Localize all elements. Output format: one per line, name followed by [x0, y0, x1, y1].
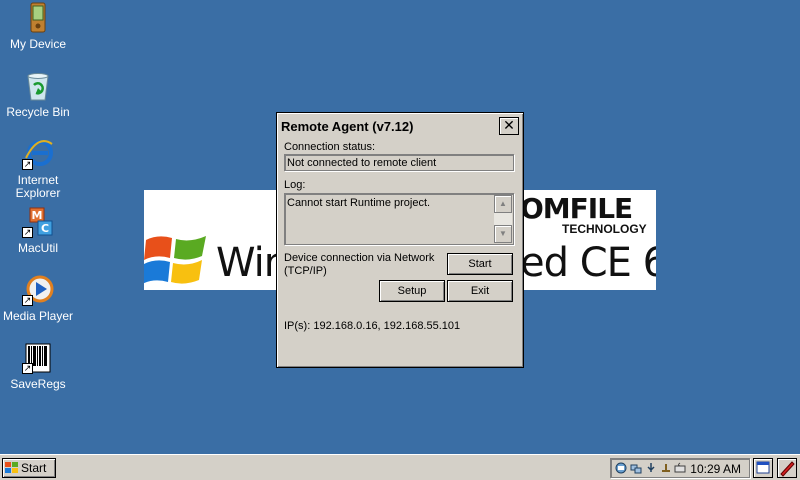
chevron-up-icon: ▲ [499, 199, 507, 208]
clock[interactable]: 10:29 AM [690, 462, 741, 476]
chevron-down-icon: ▼ [499, 229, 507, 238]
network-icon[interactable] [615, 462, 627, 474]
recycle-bin-icon [22, 70, 54, 102]
usb-icon[interactable] [645, 462, 657, 474]
pen-icon [780, 461, 795, 477]
start-button[interactable]: Start [447, 253, 513, 275]
internet-explorer-icon: ↗ [22, 138, 54, 170]
pda-icon [22, 2, 54, 34]
desktop-icon-media-player[interactable]: ↗ Media Player [0, 274, 76, 323]
power-plug-icon[interactable] [660, 462, 672, 474]
windows-logo-icon [144, 236, 206, 284]
device-connection-text: Device connection via Network (TCP/IP) [284, 252, 435, 277]
desktop-icon-recycle-bin[interactable]: Recycle Bin [0, 70, 76, 119]
wallpaper-brand-sub: TECHNOLOGY [562, 222, 647, 236]
connection-status-value: Not connected to remote client [287, 157, 437, 169]
desktop-icon-label: Media Player [2, 309, 74, 323]
ip-address-text: IP(s): 192.168.0.16, 192.168.55.101 [284, 320, 461, 332]
input-panel-button[interactable] [777, 458, 797, 478]
shortcut-arrow-icon: ↗ [22, 363, 33, 374]
media-player-icon: ↗ [22, 274, 54, 306]
desktop-toggle-button[interactable] [753, 458, 773, 478]
dialog-titlebar[interactable]: Remote Agent (v7.12) ✕ [279, 115, 521, 137]
shortcut-arrow-icon: ↗ [22, 295, 33, 306]
svg-text:C: C [41, 222, 49, 235]
wallpaper-brand: OMFILE [520, 192, 633, 225]
windows-start-icon [5, 462, 18, 473]
barcode-icon: ↗ [22, 342, 54, 374]
desktop-icon-label: My Device [9, 37, 66, 51]
setup-button[interactable]: Setup [379, 280, 445, 302]
desktop-icon-label: Internet Explorer [15, 173, 61, 200]
desktop-icon-label: Recycle Bin [6, 105, 70, 119]
shortcut-arrow-icon: ↗ [22, 159, 33, 170]
shortcut-arrow-icon: ↗ [22, 227, 33, 238]
close-button[interactable]: ✕ [499, 117, 519, 135]
close-icon: ✕ [503, 117, 515, 133]
svg-text:M: M [32, 209, 43, 222]
exit-button[interactable]: Exit [447, 280, 513, 302]
macutil-icon: M C ↗ [22, 206, 54, 238]
log-label: Log: [284, 179, 306, 191]
scroll-down-button[interactable]: ▼ [494, 225, 512, 243]
desktop-icon-label: SaveRegs [10, 377, 66, 391]
connection-status-label: Connection status: [284, 141, 376, 153]
log-text: Cannot start Runtime project. [287, 197, 431, 209]
desktop-icon-internet-explorer[interactable]: ↗ Internet Explorer [0, 138, 76, 200]
remote-agent-dialog: Remote Agent (v7.12) ✕ Connection status… [276, 112, 524, 368]
connection-status-field: Not connected to remote client [284, 154, 514, 171]
keyboard-icon[interactable] [674, 462, 686, 474]
log-scrollbar[interactable]: ▲ ▼ [494, 195, 512, 243]
system-tray: 10:29 AM [610, 458, 750, 478]
desktop-icon-saveregs[interactable]: ↗ SaveRegs [0, 342, 76, 391]
start-label: Start [21, 461, 47, 475]
desktop-icon-macutil[interactable]: M C ↗ MacUtil [0, 206, 76, 255]
connection-icon[interactable] [630, 462, 642, 474]
scroll-up-button[interactable]: ▲ [494, 195, 512, 213]
taskbar: Start 10:29 AM [0, 454, 800, 480]
desktop-icon-label: MacUtil [17, 241, 58, 255]
desktop-icon-my-device[interactable]: My Device [0, 2, 76, 51]
dialog-title: Remote Agent (v7.12) [281, 119, 414, 134]
log-textbox[interactable]: Cannot start Runtime project. ▲ ▼ [284, 193, 514, 245]
wallpaper-text-right: ed CE 6.0 [520, 240, 656, 286]
show-desktop-icon [756, 461, 770, 474]
start-button-taskbar[interactable]: Start [2, 458, 56, 478]
